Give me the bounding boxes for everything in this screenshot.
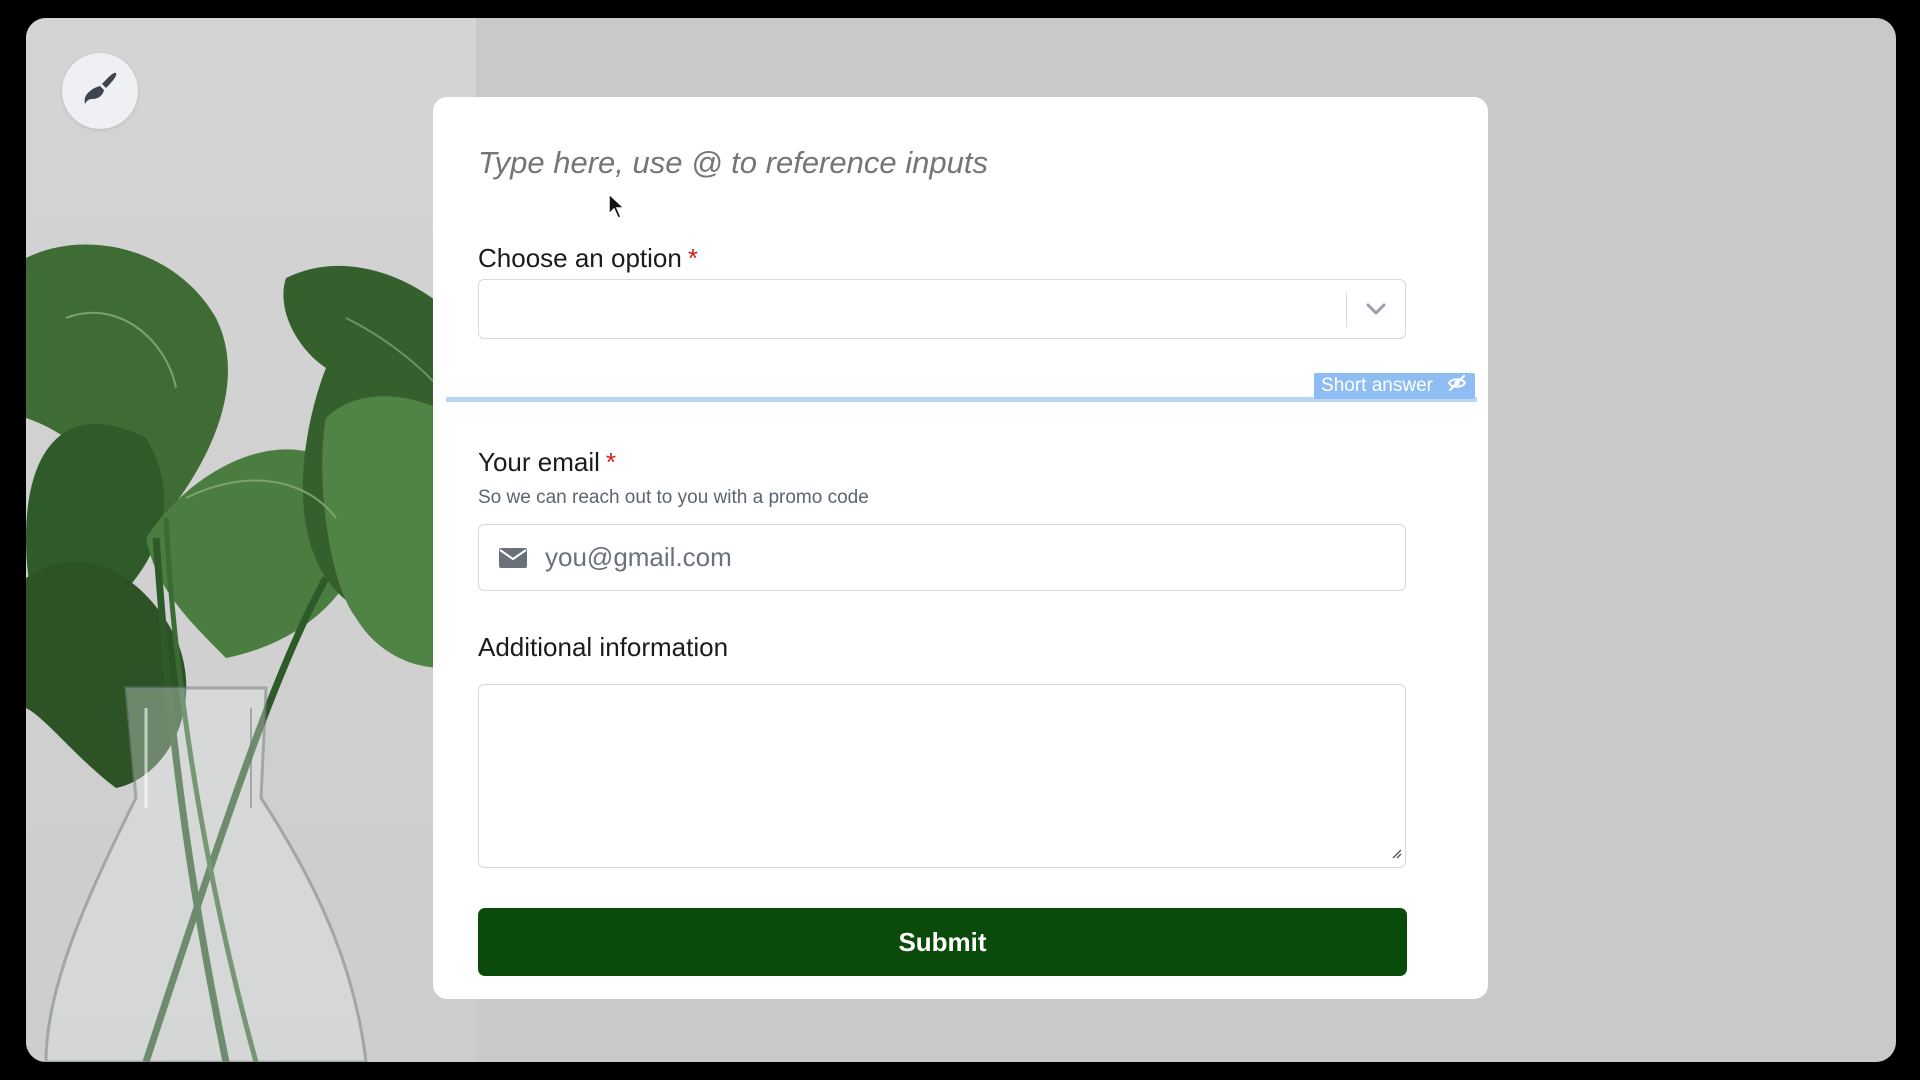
choose-option-label-text: Choose an option <box>478 243 682 273</box>
email-help-text: So we can reach out to you with a promo … <box>478 487 869 508</box>
form-title-input[interactable] <box>478 145 1378 181</box>
theme-button[interactable] <box>62 53 138 129</box>
short-answer-badge[interactable]: Short answer <box>1314 373 1475 399</box>
choose-option-label: Choose an option * <box>478 243 698 274</box>
mouse-pointer-icon <box>608 192 626 224</box>
envelope-icon <box>499 548 527 573</box>
background-plant-image <box>26 18 476 1062</box>
paintbrush-icon <box>80 69 120 114</box>
form-card: Choose an option* Short answer Your <box>433 97 1488 999</box>
email-field-wrapper <box>478 524 1406 591</box>
submit-button[interactable]: Submit <box>478 908 1407 976</box>
email-label: Your email * <box>478 447 616 478</box>
eye-slash-icon[interactable] <box>1447 374 1467 398</box>
select-separator <box>1345 293 1347 327</box>
option-select[interactable] <box>478 279 1406 339</box>
additional-info-textarea[interactable] <box>478 684 1406 868</box>
email-label-text: Your email <box>478 447 600 477</box>
resize-handle-icon[interactable] <box>1390 846 1402 864</box>
form-canvas: Choose an option* Short answer Your <box>26 18 1896 1062</box>
additional-info-label: Additional information <box>478 632 729 662</box>
required-asterisk: * <box>605 447 617 477</box>
email-input[interactable] <box>545 525 1385 590</box>
required-asterisk: * <box>687 243 698 273</box>
chevron-down-icon[interactable] <box>1363 296 1389 327</box>
short-answer-badge-label: Short answer <box>1321 375 1433 396</box>
